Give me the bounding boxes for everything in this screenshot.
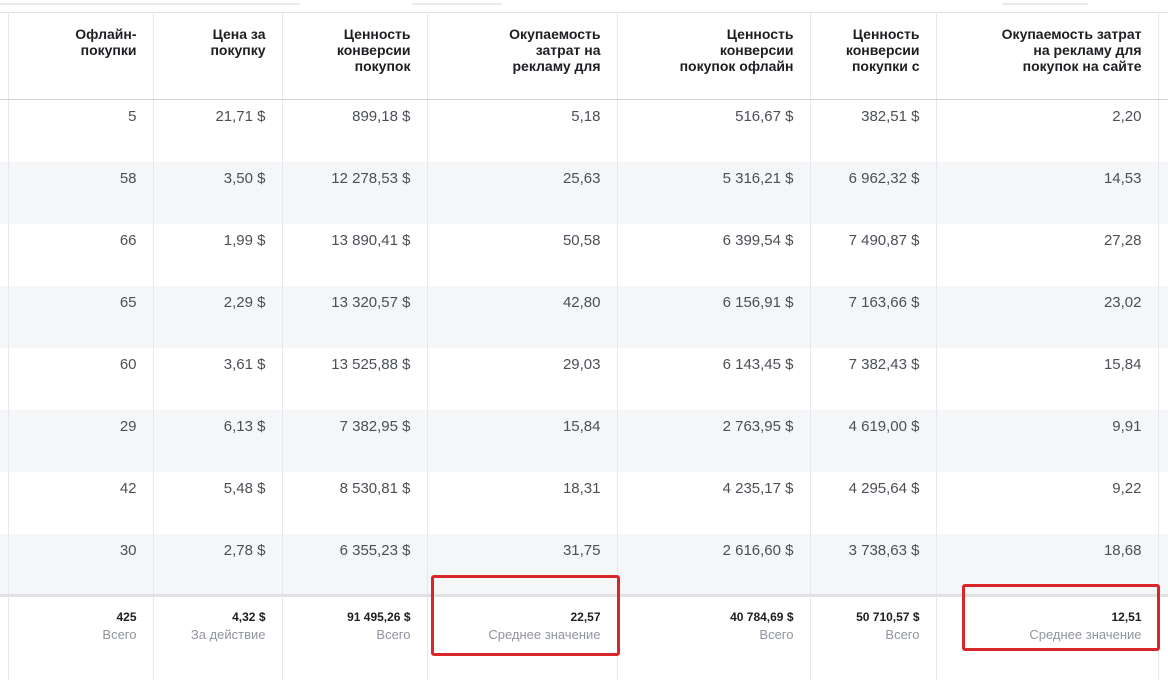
table-cell: 65	[8, 285, 154, 348]
table-cell: 9,91	[936, 409, 1159, 472]
table-row: 5 21,71 $899,18 $5,18 516,67 $382,51 $2,20	[0, 99, 1168, 162]
table-cell: 13 320,57 $	[282, 285, 428, 348]
table-cell: 2,78 $	[153, 533, 283, 596]
header-offline-conversion-value[interactable]: Ценность конверсии покупок офлайн	[617, 12, 811, 100]
total-cell: 425 Всего	[8, 594, 154, 680]
table-row: 60 3,61 $13 525,88 $29,03 6 143,45 $7 382,…	[0, 347, 1168, 410]
table-cell: 30	[8, 533, 154, 596]
table-cell: 2,20	[936, 99, 1159, 162]
table-cell: 21,71 $	[153, 99, 283, 162]
table-cell: 899,18 $	[282, 99, 428, 162]
table-cell: 29,03	[427, 347, 618, 410]
table-cell: 6 143,45 $	[617, 347, 811, 410]
row-overflow	[1158, 285, 1168, 348]
table-row: 66 1,99 $13 890,41 $50,58 6 399,54 $7 490,…	[0, 223, 1168, 286]
table-cell: 12 278,53 $	[282, 161, 428, 224]
row-spacer	[0, 223, 9, 286]
table-cell: 18,31	[427, 471, 618, 534]
row-overflow	[1158, 471, 1168, 534]
table-cell: 5,18	[427, 99, 618, 162]
totals-spacer	[0, 594, 9, 680]
table-cell: 6 399,54 $	[617, 223, 811, 286]
highlight-website-roas-average	[962, 584, 1160, 651]
table-cell: 3,50 $	[153, 161, 283, 224]
row-spacer	[0, 409, 9, 472]
row-spacer	[0, 99, 9, 162]
table-cell: 58	[8, 161, 154, 224]
row-overflow	[1158, 223, 1168, 286]
table-cell: 7 490,87 $	[810, 223, 937, 286]
header-roas[interactable]: Окупаемость затрат на рекламу для	[427, 12, 618, 100]
row-overflow	[1158, 409, 1168, 472]
table-cell: 29	[8, 409, 154, 472]
highlight-roas-average	[431, 575, 620, 656]
table-cell: 27,28	[936, 223, 1159, 286]
table-cell: 7 163,66 $	[810, 285, 937, 348]
header-purchase-conversion-value[interactable]: Ценность конверсии покупок	[282, 12, 428, 100]
table-cell: 9,22	[936, 471, 1159, 534]
table-cell: 382,51 $	[810, 99, 937, 162]
table-cell: 516,67 $	[617, 99, 811, 162]
table-cell: 66	[8, 223, 154, 286]
row-spacer	[0, 285, 9, 348]
header-offline-purchases[interactable]: Офлайн- покупки	[8, 12, 154, 100]
row-spacer	[0, 533, 9, 596]
table-cell: 6 156,91 $	[617, 285, 811, 348]
header-site-conversion-value[interactable]: Ценность конверсии покупки с	[810, 12, 937, 100]
table-cell: 4 235,17 $	[617, 471, 811, 534]
row-overflow	[1158, 99, 1168, 162]
row-spacer	[0, 347, 9, 410]
top-scroll-remnant	[0, 0, 1168, 12]
table-row: 58 3,50 $12 278,53 $25,63 5 316,21 $6 962,…	[0, 161, 1168, 224]
table-row: 29 6,13 $7 382,95 $15,84 2 763,95 $4 619,0…	[0, 409, 1168, 472]
table-cell: 6 962,32 $	[810, 161, 937, 224]
table-cell: 5 316,21 $	[617, 161, 811, 224]
table-cell: 1,99 $	[153, 223, 283, 286]
table-cell: 42,80	[427, 285, 618, 348]
table-cell: 6 355,23 $	[282, 533, 428, 596]
row-spacer	[0, 471, 9, 534]
table-cell: 2 616,60 $	[617, 533, 811, 596]
table-cell: 15,84	[427, 409, 618, 472]
table-cell: 2,29 $	[153, 285, 283, 348]
table-cell: 4 619,00 $	[810, 409, 937, 472]
table-cell: 4 295,64 $	[810, 471, 937, 534]
total-cell: 4,32 $ За действие	[153, 594, 283, 680]
table-row: 42 5,48 $8 530,81 $18,31 4 235,17 $4 295,6…	[0, 471, 1168, 534]
table-cell: 60	[8, 347, 154, 410]
table-cell: 7 382,95 $	[282, 409, 428, 472]
table-header-row: Офлайн- покупки Цена за покупку Ценность…	[0, 12, 1168, 100]
table-cell: 2 763,95 $	[617, 409, 811, 472]
table-cell: 3,61 $	[153, 347, 283, 410]
header-overflow	[1158, 12, 1168, 100]
table-row: 65 2,29 $13 320,57 $42,80 6 156,91 $7 163,…	[0, 285, 1168, 348]
row-overflow	[1158, 347, 1168, 410]
row-overflow	[1158, 161, 1168, 224]
table-cell: 14,53	[936, 161, 1159, 224]
table-cell: 15,84	[936, 347, 1159, 410]
total-cell: 50 710,57 $ Всего	[810, 594, 937, 680]
table-cell: 50,58	[427, 223, 618, 286]
total-cell: 91 495,26 $ Всего	[282, 594, 428, 680]
table-cell: 8 530,81 $	[282, 471, 428, 534]
table-cell: 23,02	[936, 285, 1159, 348]
header-cost-per-purchase[interactable]: Цена за покупку	[153, 12, 283, 100]
header-spacer	[0, 12, 9, 100]
table-cell: 42	[8, 471, 154, 534]
header-website-roas[interactable]: Окупаемость затрат на рекламу для покупо…	[936, 12, 1159, 100]
table-cell: 7 382,43 $	[810, 347, 937, 410]
table-cell: 3 738,63 $	[810, 533, 937, 596]
table-cell: 6,13 $	[153, 409, 283, 472]
table-cell: 5,48 $	[153, 471, 283, 534]
table-cell: 13 525,88 $	[282, 347, 428, 410]
total-cell: 40 784,69 $ Всего	[617, 594, 811, 680]
table-cell: 25,63	[427, 161, 618, 224]
table-cell: 5	[8, 99, 154, 162]
row-spacer	[0, 161, 9, 224]
table-cell: 13 890,41 $	[282, 223, 428, 286]
